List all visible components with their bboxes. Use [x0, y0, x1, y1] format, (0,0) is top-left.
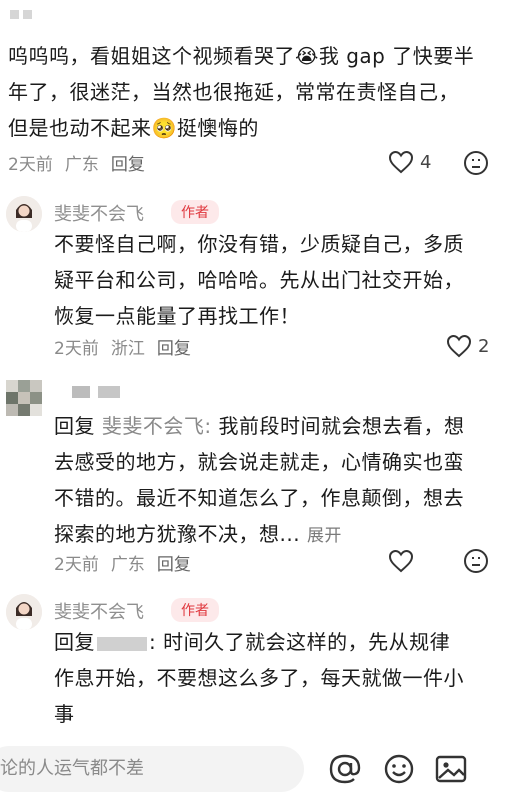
- pleading-emoji-icon: 🥺: [151, 116, 177, 140]
- reply-target-name[interactable]: 斐斐不会飞:: [102, 414, 212, 438]
- reply-line: 去感受的地方，就会说走就走，心情确实也蛮: [54, 450, 464, 474]
- like-button[interactable]: 2: [446, 334, 489, 358]
- author-badge: 作者: [171, 598, 219, 622]
- blurred-avatar-image: [6, 380, 42, 416]
- emoji-face-icon[interactable]: [463, 548, 489, 574]
- reply-line: 回复 斐斐不会飞: 我前段时间就会想去看，想: [54, 414, 465, 438]
- location: 广东: [110, 555, 145, 575]
- avatar[interactable]: [6, 196, 42, 232]
- comment-line: 呜呜呜，看姐姐这个视频看哭了😭我 gap 了快要半: [8, 44, 475, 68]
- comment-line: 年了，很迷茫，当然也很拖延，常常在责怪自己，: [8, 80, 459, 104]
- like-count: 4: [420, 151, 432, 173]
- reply-button[interactable]: 回复: [157, 550, 191, 575]
- like-button[interactable]: 4: [388, 150, 431, 174]
- crying-emoji-icon: 😭: [295, 44, 319, 68]
- comment-meta: 2天前 广东 回复: [8, 150, 157, 175]
- at-sign-icon[interactable]: [328, 752, 362, 786]
- heart-outline-icon: [446, 334, 472, 358]
- blurred-username-top: [10, 4, 40, 19]
- avatar[interactable]: [6, 594, 42, 630]
- blurred-avatar[interactable]: [6, 380, 42, 416]
- image-icon[interactable]: [434, 752, 468, 786]
- reply-text: 回复: 时间久了就会这样的，先从规律 作息开始，不要想这么多了，每天就做一件小 …: [54, 624, 494, 732]
- reply-button[interactable]: 回复: [111, 150, 145, 175]
- reply-line: 作息开始，不要想这么多了，每天就做一件小: [54, 666, 464, 690]
- reply-line: 事: [54, 702, 75, 726]
- author-name[interactable]: 斐斐不会飞: [54, 200, 144, 226]
- expand-button[interactable]: 展开: [307, 526, 342, 546]
- location: 广东: [64, 155, 99, 175]
- timestamp: 2天前: [8, 155, 53, 175]
- timestamp: 2天前: [54, 339, 99, 359]
- reply-line: 不错的。最近不知道怎么了，作息颠倒，想去: [54, 486, 464, 510]
- comment-text: 呜呜呜，看姐姐这个视频看哭了😭我 gap 了快要半 年了，很迷茫，当然也很拖延，…: [8, 38, 504, 146]
- comment-input-bar: 论的人运气都不差: [0, 738, 512, 800]
- reply-line: 探索的地方犹豫不决，想... 展开: [54, 522, 342, 546]
- blurred-username: [72, 386, 120, 398]
- author-avatar-image: [6, 196, 42, 232]
- reply-text: 回复 斐斐不会飞: 我前段时间就会想去看，想 去感受的地方，就会说走就走，心情确…: [54, 408, 494, 554]
- timestamp: 2天前: [54, 555, 99, 575]
- reply-text: 不要怪自己啊，你没有错，少质疑自己，多质 疑平台和公司，哈哈哈。先从出门社交开始…: [54, 226, 494, 334]
- blurred-reply-target: [97, 636, 147, 651]
- comment-input[interactable]: 论的人运气都不差: [0, 746, 304, 792]
- reply-line: 回复: 时间久了就会这样的，先从规律: [54, 630, 451, 654]
- comment-line: 但是也动不起来🥺挺懊悔的: [8, 116, 259, 140]
- emoji-face-icon[interactable]: [463, 150, 489, 176]
- author-avatar-image: [6, 594, 42, 630]
- heart-outline-icon[interactable]: [388, 549, 414, 573]
- author-badge: 作者: [171, 200, 219, 224]
- heart-outline-icon: [388, 150, 414, 174]
- reply-line: 不要怪自己啊，你没有错，少质疑自己，多质: [54, 232, 464, 256]
- like-count: 2: [478, 335, 490, 357]
- reply-meta: 2天前 广东 回复: [54, 550, 203, 575]
- reply-line: 疑平台和公司，哈哈哈。先从出门社交开始，: [54, 268, 464, 292]
- reply-button[interactable]: 回复: [157, 334, 191, 359]
- reply-meta: 2天前 浙江 回复: [54, 334, 203, 359]
- emoji-face-icon[interactable]: [382, 752, 416, 786]
- reply-line: 恢复一点能量了再找工作！: [54, 304, 300, 328]
- author-name[interactable]: 斐斐不会飞: [54, 598, 144, 624]
- location: 浙江: [110, 339, 145, 359]
